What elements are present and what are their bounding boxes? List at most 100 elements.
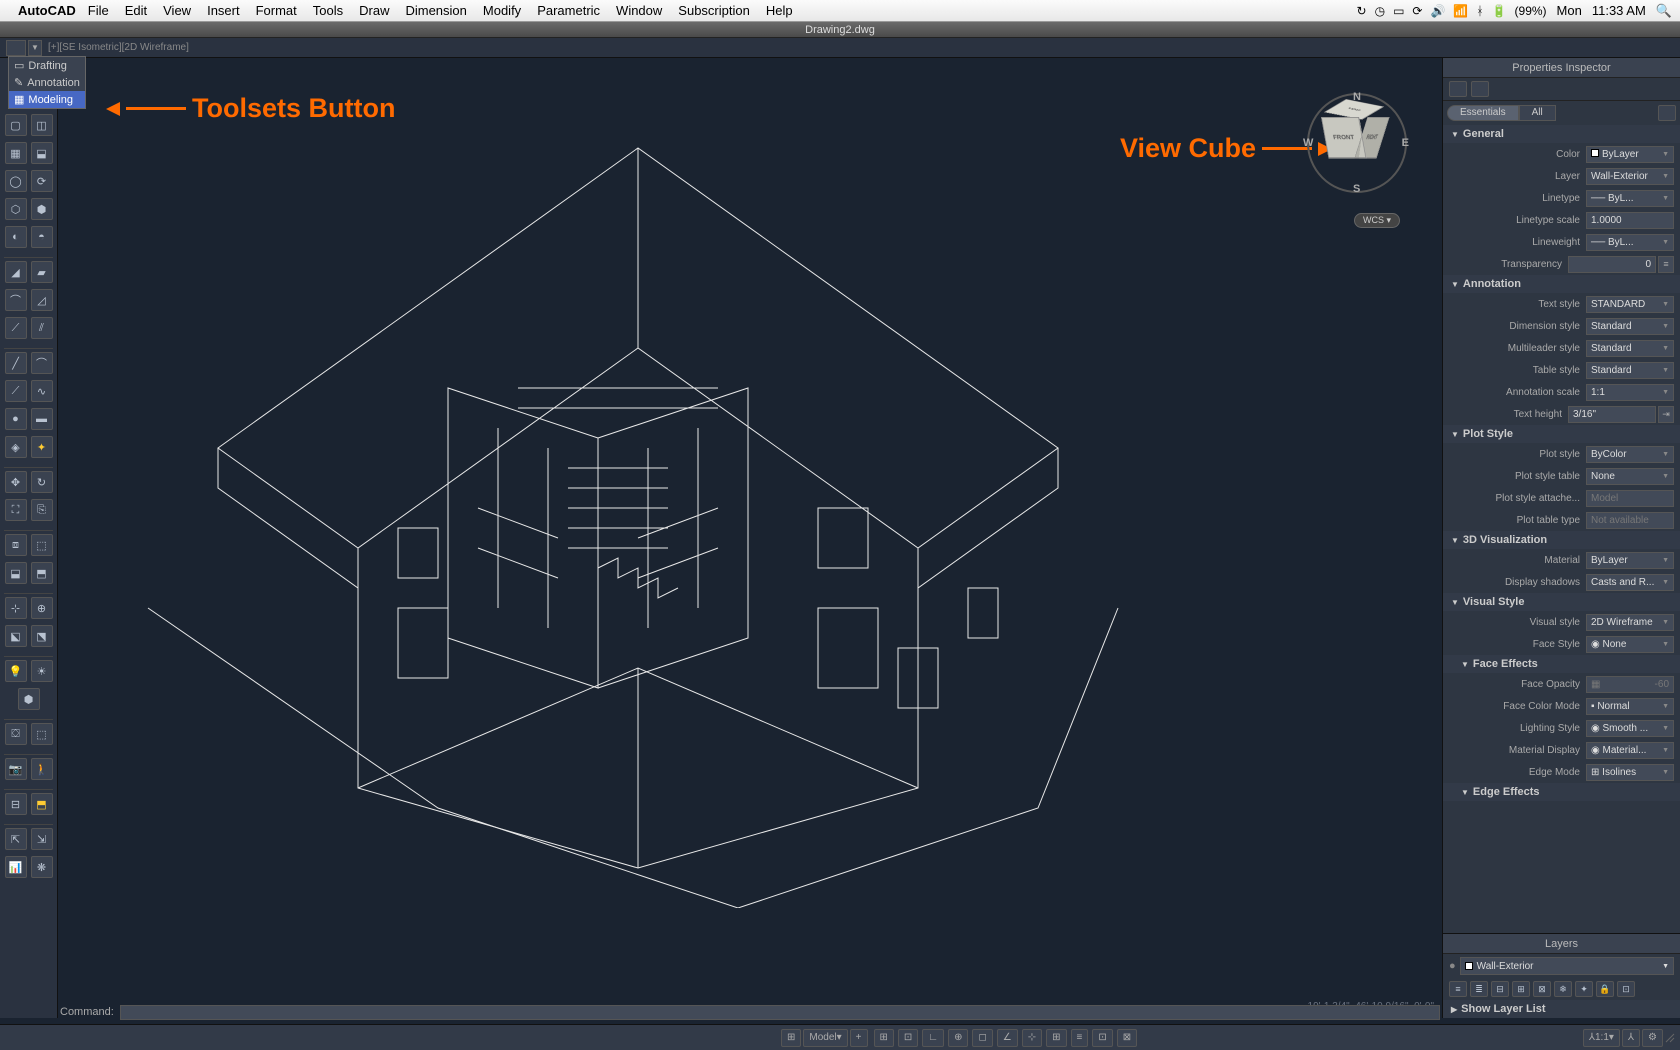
layer-tool-1-icon[interactable]: ≡ (1449, 981, 1467, 997)
sweep-tool-icon[interactable]: ⟳ (31, 170, 53, 192)
value-plot-style[interactable]: ByColor▼ (1586, 446, 1674, 463)
wcs-badge[interactable]: WCS ▾ (1354, 213, 1400, 228)
quick-properties-tab-icon[interactable] (1471, 81, 1489, 97)
wifi-icon[interactable]: 📶 (1453, 4, 1468, 18)
menu-view[interactable]: View (163, 3, 191, 18)
annotation-visibility-icon[interactable]: ⅄ (1622, 1029, 1640, 1047)
export-tool-icon[interactable]: ⇱ (5, 828, 27, 850)
explode-tool-icon[interactable]: ❋ (31, 856, 53, 878)
extrude-tool-icon[interactable]: ◫ (31, 114, 53, 136)
value-linetype-scale[interactable]: 1.0000 (1586, 212, 1674, 229)
mesh-tool-icon[interactable]: ✦ (31, 436, 53, 458)
scale-tool-icon[interactable]: ⛶ (5, 499, 27, 521)
slice-tool-icon[interactable]: ◢ (5, 261, 27, 283)
union-tool-icon[interactable]: ⬡ (5, 198, 27, 220)
flatshot-tool-icon[interactable]: ⬓ (5, 562, 27, 584)
ucs-world-tool-icon[interactable]: ⊕ (31, 597, 53, 619)
section-plane-tool-icon[interactable]: ⬚ (31, 534, 53, 556)
value-face-opacity[interactable]: ▦-60 (1586, 676, 1674, 693)
value-text-style[interactable]: STANDARD▼ (1586, 296, 1674, 313)
spline-tool-icon[interactable]: ∿ (31, 380, 53, 402)
menu-dimension[interactable]: Dimension (405, 3, 466, 18)
menu-parametric[interactable]: Parametric (537, 3, 600, 18)
move-tool-icon[interactable]: ✥ (5, 471, 27, 493)
box-tool-icon[interactable]: ▢ (5, 114, 27, 136)
layer-tool-2-icon[interactable]: ≣ (1470, 981, 1488, 997)
layer-tool-7-icon[interactable]: ✦ (1575, 981, 1593, 997)
section-tool-icon[interactable]: ⧈ (5, 534, 27, 556)
popout-icon[interactable] (1658, 105, 1676, 121)
sun-tool-icon[interactable]: ☀ (31, 660, 53, 682)
toolset-button[interactable] (6, 40, 26, 56)
add-layout-icon[interactable]: + (850, 1029, 868, 1047)
toolset-item-annotation[interactable]: ✎Annotation (9, 74, 85, 91)
layer-tool-6-icon[interactable]: ❄ (1554, 981, 1572, 997)
show-layer-list[interactable]: ▶Show Layer List (1443, 1000, 1680, 1018)
offset-edge-tool-icon[interactable]: ⫽ (31, 317, 53, 339)
polar-icon[interactable]: ⊕ (948, 1029, 968, 1047)
snap-mode-icon[interactable]: ⊡ (898, 1029, 918, 1047)
ortho-icon[interactable]: ∟ (922, 1029, 944, 1047)
app-name[interactable]: AutoCAD (18, 3, 76, 18)
value-dimension-style[interactable]: Standard▼ (1586, 318, 1674, 335)
section-3d-viz[interactable]: ▼3D Visualization (1443, 531, 1680, 549)
menu-window[interactable]: Window (616, 3, 662, 18)
volume-icon[interactable]: 🔊 (1430, 4, 1445, 18)
solidedit-tool-icon[interactable]: ⬒ (31, 562, 53, 584)
camera-tool-icon[interactable]: 📷 (5, 758, 27, 780)
model-tab[interactable]: Model▾ (803, 1029, 847, 1047)
value-material-display[interactable]: ◉ Material...▼ (1586, 742, 1674, 759)
chamfer-edge-tool-icon[interactable]: ◿ (31, 289, 53, 311)
transparency-layers-icon[interactable]: ≡ (1658, 256, 1674, 273)
battery-icon[interactable]: 🔋 (1492, 4, 1507, 18)
clock-day[interactable]: Mon (1557, 3, 1582, 18)
section-face-effects[interactable]: ▼Face Effects (1443, 655, 1680, 673)
thicken-tool-icon[interactable]: ▰ (31, 261, 53, 283)
value-layer[interactable]: Wall-Exterior▼ (1586, 168, 1674, 185)
polysolid-tool-icon[interactable]: ▦ (5, 142, 27, 164)
pill-all[interactable]: All (1519, 105, 1556, 121)
menu-help[interactable]: Help (766, 3, 793, 18)
pill-essentials[interactable]: Essentials (1447, 105, 1519, 121)
workspace-icon[interactable]: ⚙ (1642, 1029, 1663, 1047)
lwt-icon[interactable]: ≡ (1071, 1029, 1089, 1047)
command-input[interactable] (120, 1005, 1440, 1020)
line-tool-icon[interactable]: ╱ (5, 352, 27, 374)
presspull-tool-icon[interactable]: ⬓ (31, 142, 53, 164)
chart-tool-icon[interactable]: 📊 (5, 856, 27, 878)
menu-edit[interactable]: Edit (125, 3, 147, 18)
region-tool-icon[interactable]: ▬ (31, 408, 53, 430)
fillet-edge-tool-icon[interactable]: ⌒ (5, 289, 27, 311)
viewport-label[interactable]: [+][SE Isometric][2D Wireframe] (48, 42, 189, 53)
dyn-icon[interactable]: ⊞ (1046, 1029, 1066, 1047)
otrack-icon[interactable]: ∠ (997, 1029, 1018, 1047)
ucs-face-tool-icon[interactable]: ⬕ (5, 625, 27, 647)
compass-e[interactable]: E (1402, 137, 1409, 149)
ucs-view-tool-icon[interactable]: ⬔ (31, 625, 53, 647)
layer-visibility-icon[interactable]: ● (1449, 960, 1456, 972)
toolset-dropdown[interactable]: ▼ (28, 40, 42, 56)
spotlight-icon[interactable]: 🔍 (1656, 3, 1672, 19)
light-tool-icon[interactable]: 💡 (5, 660, 27, 682)
value-linetype[interactable]: ── ByL...▼ (1586, 190, 1674, 207)
menu-format[interactable]: Format (256, 3, 297, 18)
viewbase-tool-icon[interactable]: ⊟ (5, 793, 27, 815)
arc-tool-icon[interactable]: ⌒ (31, 352, 53, 374)
layer-tool-3-icon[interactable]: ⊟ (1491, 981, 1509, 997)
section-general[interactable]: ▼General (1443, 125, 1680, 143)
subtract-tool-icon[interactable]: ⬢ (31, 198, 53, 220)
layout-grid-icon[interactable]: ⊞ (781, 1029, 801, 1047)
clock-time[interactable]: 11:33 AM (1592, 3, 1646, 18)
grid-snap-icon[interactable]: ⊞ (874, 1029, 894, 1047)
menu-file[interactable]: File (88, 3, 109, 18)
value-display-shadows[interactable]: Casts and R...▼ (1586, 574, 1674, 591)
view-cube[interactable]: N S E W TOP FRONT RIGHT (1302, 88, 1412, 198)
walk-tool-icon[interactable]: 🚶 (31, 758, 53, 780)
qp-icon[interactable]: ⊡ (1092, 1029, 1112, 1047)
3dface-tool-icon[interactable]: ◈ (5, 436, 27, 458)
revolve-tool-icon[interactable]: ◐ (5, 226, 27, 248)
layer-tool-8-icon[interactable]: 🔒 (1596, 981, 1614, 997)
value-annotation-scale[interactable]: 1:1▼ (1586, 384, 1674, 401)
layer-tool-4-icon[interactable]: ⊞ (1512, 981, 1530, 997)
import-tool-icon[interactable]: ⇲ (31, 828, 53, 850)
